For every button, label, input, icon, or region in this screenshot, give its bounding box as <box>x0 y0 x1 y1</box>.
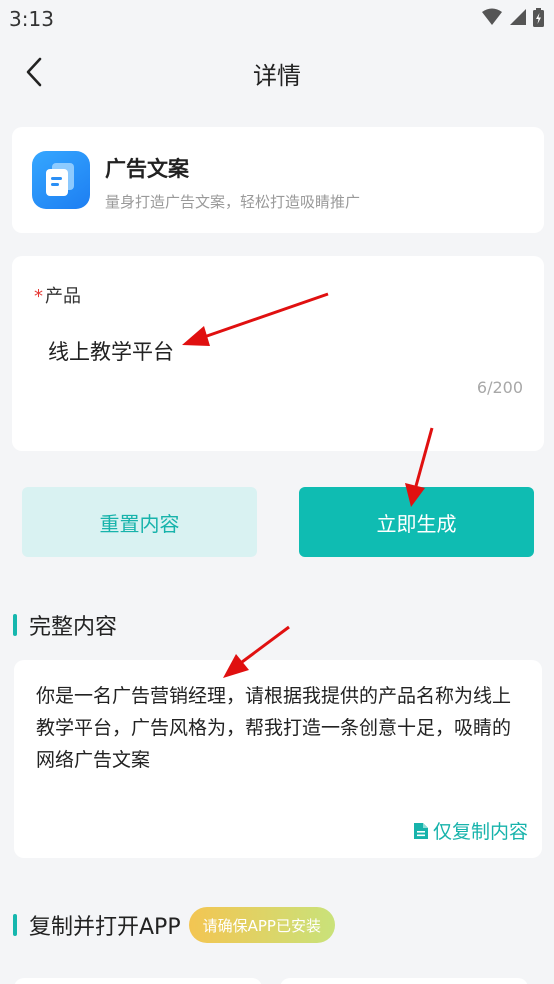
page: 3:13 详情 广告文案 量身打造广告文案，轻松打造吸睛推广 * 产品 线上教学… <box>0 0 554 984</box>
annotation-arrow <box>182 292 329 346</box>
annotation-arrows <box>182 292 434 678</box>
annotation-arrow <box>405 427 434 507</box>
annotation-arrow <box>223 625 290 678</box>
